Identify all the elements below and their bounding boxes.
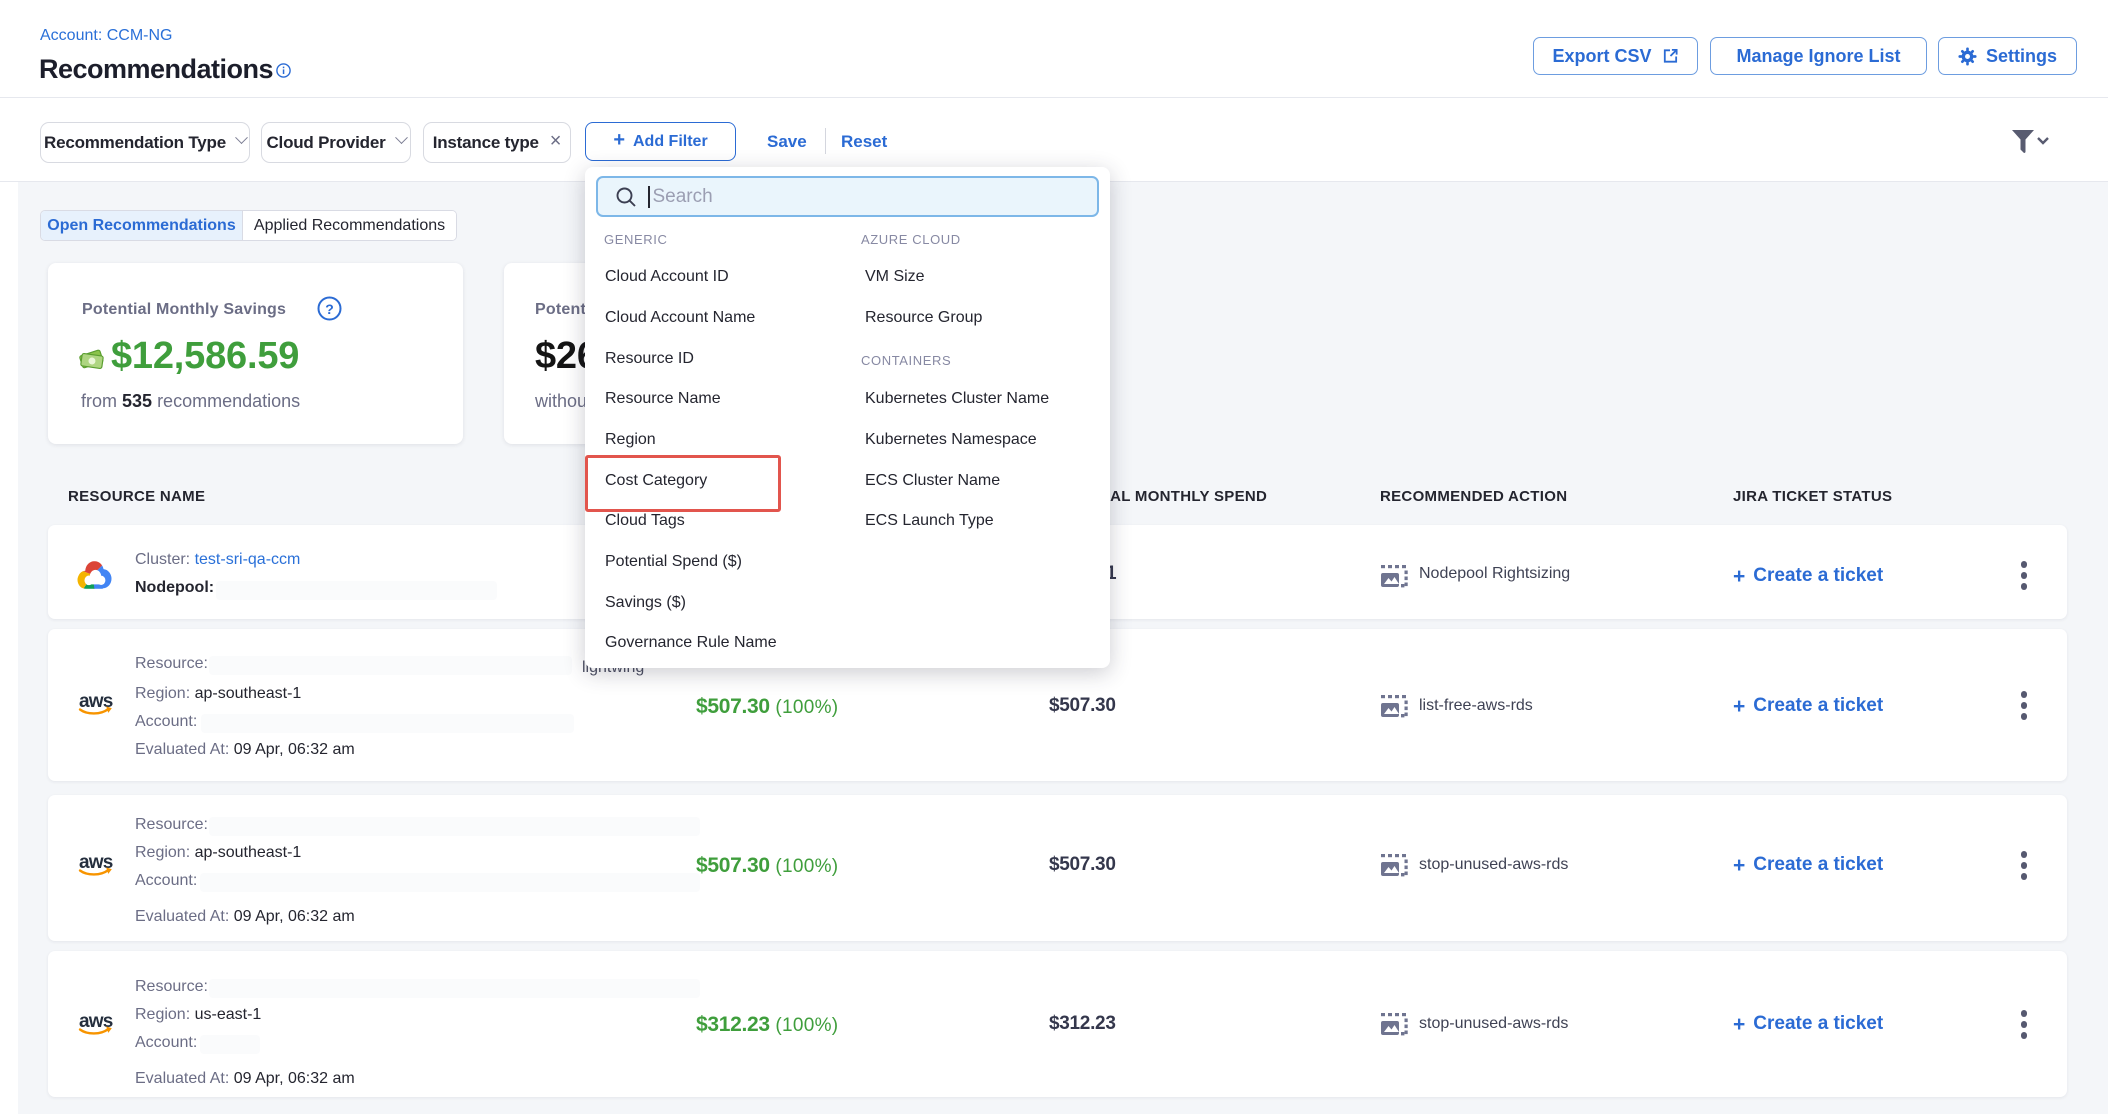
svg-text:?: ? [325, 301, 334, 317]
